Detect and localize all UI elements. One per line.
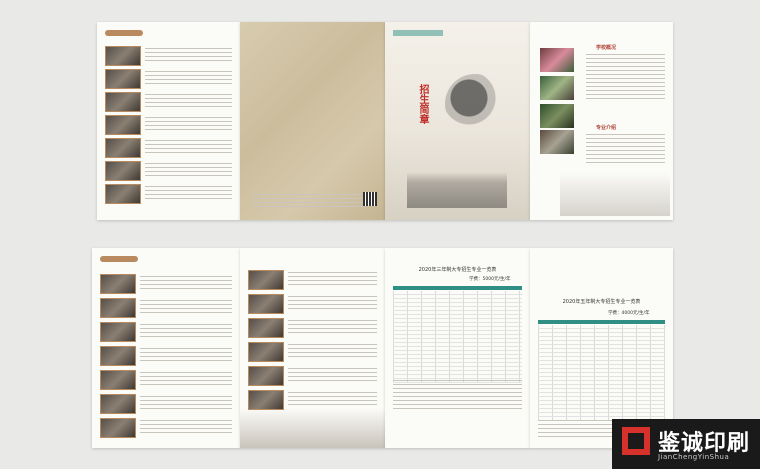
panel-school-intro: 学校概况 专业介绍 [530,22,673,220]
list-item [100,416,232,438]
photo [540,76,574,100]
list-item [100,296,232,318]
list-item [105,90,232,112]
photo [540,104,574,128]
list-item [105,113,232,135]
logo-pinyin: JianChengYinShua [658,453,730,461]
table-title: 2020年五年制大专招生专业一览表 [562,299,641,305]
contact-lines [252,194,365,210]
school-name-bar [393,30,443,36]
panel-cover: 招生简章 [385,22,530,220]
building-sketch [560,172,670,216]
photo [540,130,574,154]
notes-lines [393,380,522,410]
panel-photo-list-top [97,22,240,220]
list-item [105,136,232,158]
panel-paper-back [240,22,385,220]
fee-label: 学费：4000元/生/年 [608,311,650,316]
list-item [105,159,232,181]
intro-text-lines [586,134,665,164]
majors-table [393,286,522,383]
panel-header-tag [100,256,138,262]
tree-sketch [240,408,385,448]
list-item [100,368,232,390]
fee-label: 学费：5000元/生/年 [469,277,511,282]
photo [540,48,574,72]
panel-table-five-year: 2020年五年制大专招生专业一览表 学费：4000元/生/年 [530,248,673,448]
list-item [105,182,232,204]
panel-photo-list-right [240,248,385,448]
qr-code-icon [363,192,377,206]
section-heading: 学校概况 [596,45,617,51]
section-heading: 专业介绍 [596,125,617,131]
panel-header-tag [105,30,143,36]
table-title: 2020年三年制大专招生专业一览表 [418,267,497,273]
campus-building-sketch [407,172,507,208]
list-item [100,344,232,366]
majors-table [538,320,665,421]
list-item [248,316,377,338]
ink-brush-art [445,74,505,134]
list-item [105,67,232,89]
list-item [100,392,232,414]
panel-photo-list-left [92,248,240,448]
list-item [248,292,377,314]
panel-table-three-year: 2020年三年制大专招生专业一览表 学费：5000元/生/年 [385,248,530,448]
list-item [105,44,232,66]
list-item [248,388,377,410]
list-item [248,340,377,362]
brand-logo: 鉴诚印刷 JianChengYinShua [612,419,760,469]
list-item [100,272,232,294]
list-item [248,268,377,290]
logo-mark-icon [622,427,650,455]
intro-text-lines [586,54,665,102]
cover-title: 招生简章 [417,84,428,124]
list-item [248,364,377,386]
list-item [100,320,232,342]
